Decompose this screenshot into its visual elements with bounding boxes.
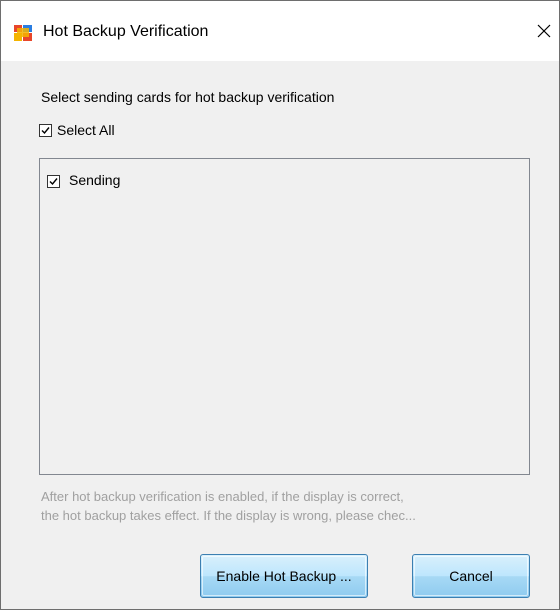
- hint-line: After hot backup verification is enabled…: [41, 489, 404, 504]
- card-checkbox-sending[interactable]: [47, 175, 60, 188]
- cancel-button[interactable]: Cancel: [412, 554, 530, 598]
- title-bar: Hot Backup Verification: [1, 1, 559, 61]
- checkmark-icon: [41, 127, 50, 135]
- enable-hot-backup-button[interactable]: Enable Hot Backup ...: [200, 554, 368, 598]
- hot-backup-dialog: Hot Backup Verification Select sending c…: [0, 0, 560, 610]
- hint-line: the hot backup takes effect. If the disp…: [41, 508, 416, 523]
- select-all-label[interactable]: Select All: [57, 122, 115, 138]
- close-icon: [537, 24, 551, 43]
- select-all-checkbox[interactable]: [39, 124, 52, 137]
- instruction-text: Select sending cards for hot backup veri…: [41, 89, 335, 105]
- window-title: Hot Backup Verification: [43, 23, 209, 40]
- close-button[interactable]: [529, 15, 559, 51]
- cancel-label: Cancel: [449, 568, 493, 584]
- sending-card-list[interactable]: Sending: [39, 158, 530, 475]
- checkmark-icon: [49, 178, 58, 186]
- card-label-sending[interactable]: Sending: [69, 172, 120, 188]
- hint-text: After hot backup verification is enabled…: [41, 487, 541, 525]
- enable-hot-backup-label: Enable Hot Backup ...: [216, 568, 352, 584]
- app-icon: [14, 25, 32, 41]
